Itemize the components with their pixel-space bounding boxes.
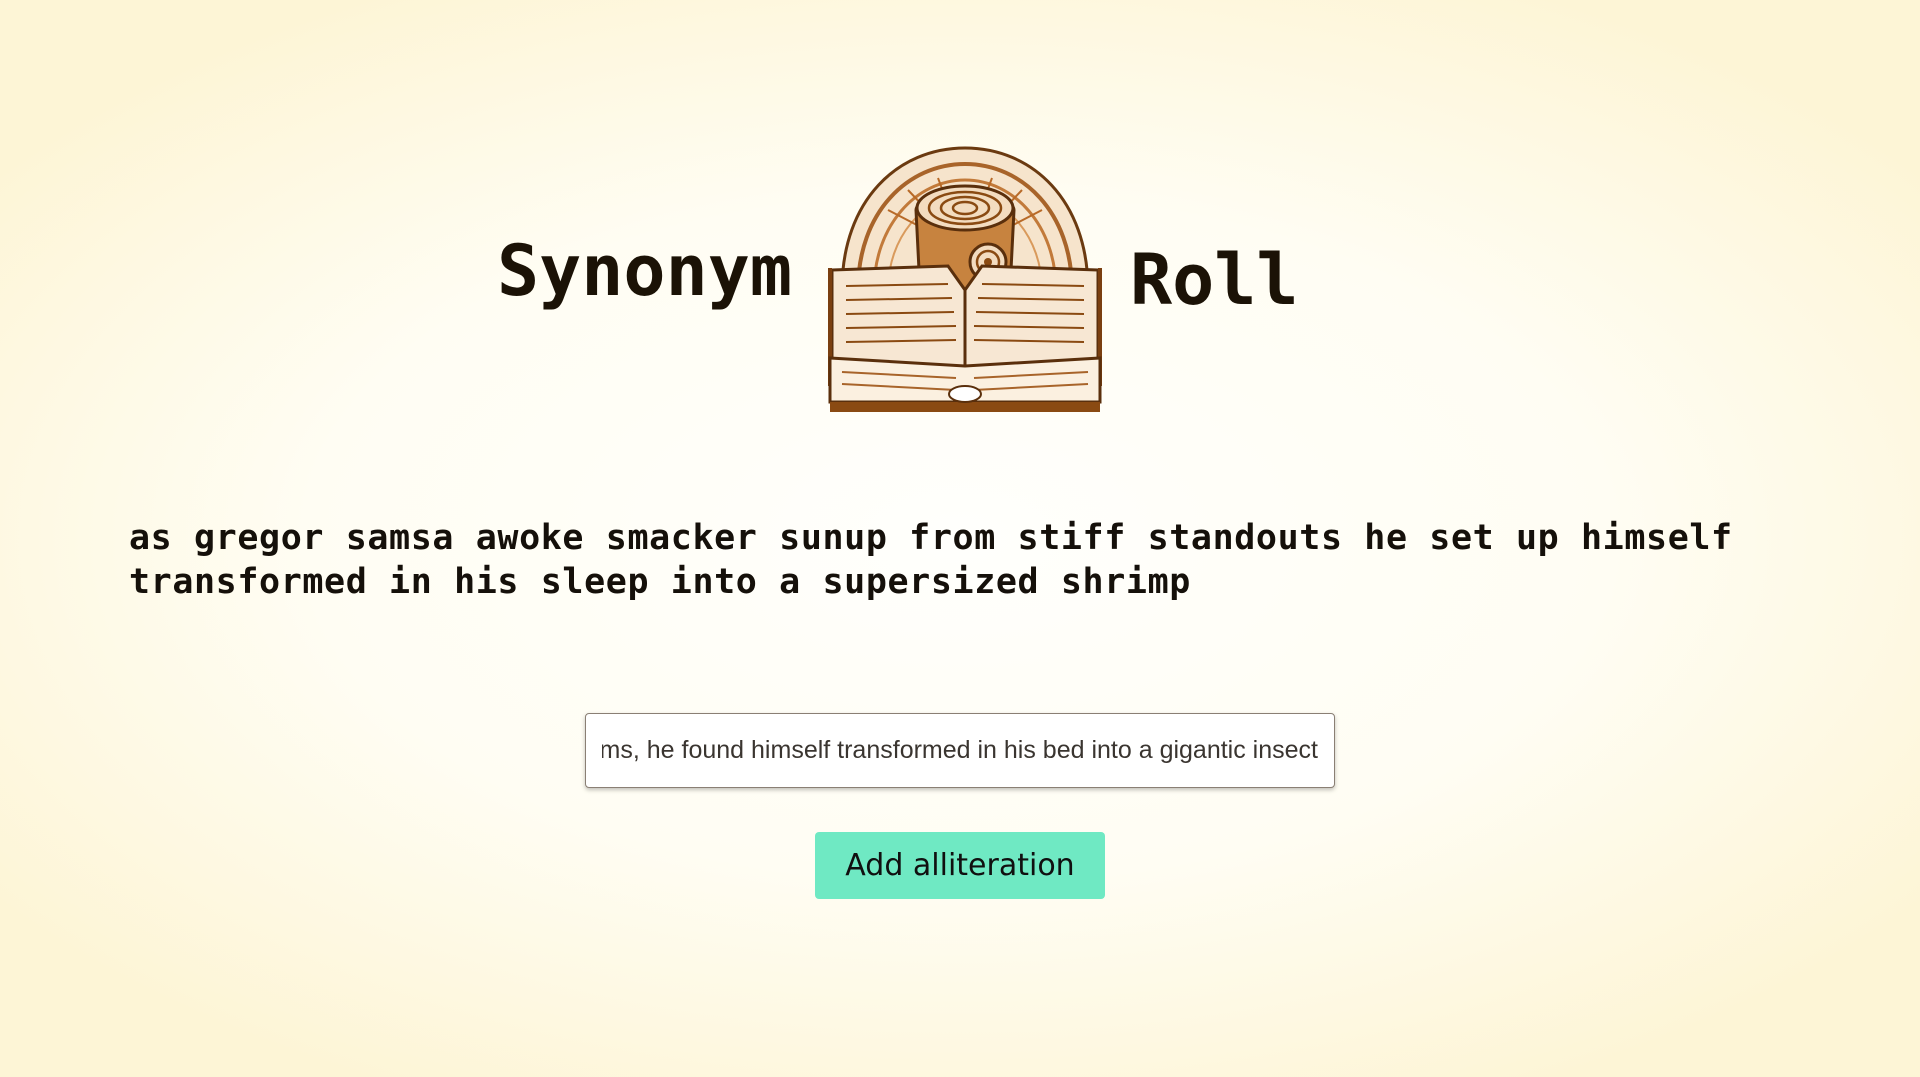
book-with-cinnamon-roll-icon (828, 146, 1102, 412)
title-synonym: Synonym (497, 230, 793, 312)
sentence-input[interactable] (586, 714, 1334, 787)
alliterated-output-text: as gregor samsa awoke smacker sunup from… (129, 518, 1733, 602)
add-alliteration-button[interactable]: Add alliteration (815, 832, 1105, 899)
sentence-input-box[interactable] (585, 713, 1335, 788)
header: Synonym Roll (0, 0, 1920, 420)
title-roll: Roll (1130, 239, 1299, 321)
